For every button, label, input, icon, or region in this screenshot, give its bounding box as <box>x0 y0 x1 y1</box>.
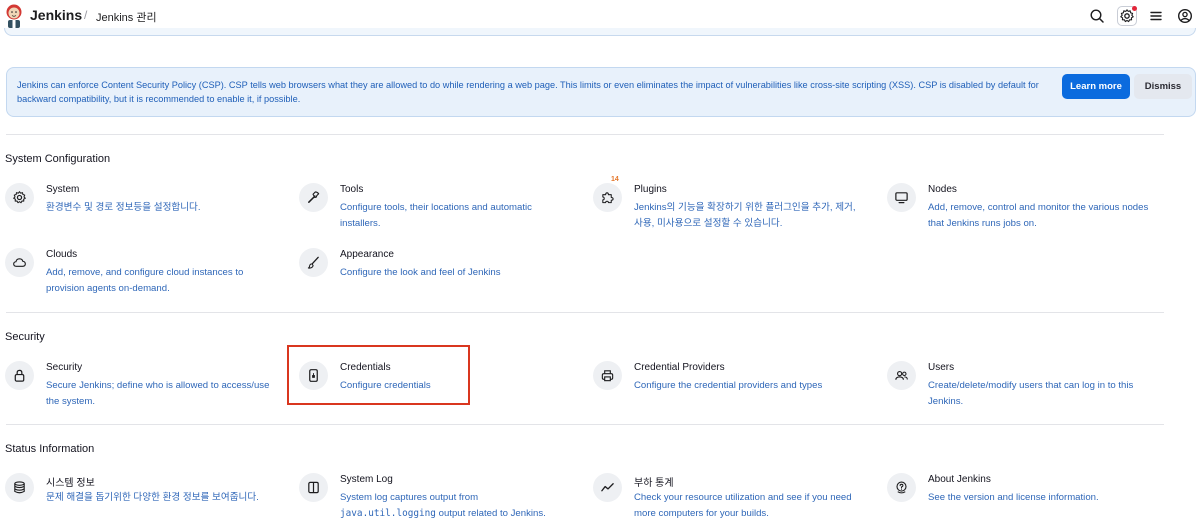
icon-circle <box>5 183 34 212</box>
gear-icon <box>13 191 26 204</box>
icon-circle <box>299 248 328 277</box>
trend-icon <box>601 483 614 492</box>
item-title: Users <box>928 362 955 373</box>
item-title: 시스템 정보 <box>46 478 95 489</box>
icon-circle <box>5 248 34 277</box>
manage-item-about-jenkins[interactable]: About Jenkins See the version and licens… <box>887 473 1167 525</box>
dismiss-button[interactable]: Dismiss <box>1134 74 1192 99</box>
item-description: System log captures output from java.uti… <box>340 490 570 521</box>
divider <box>6 424 1164 425</box>
user-icon <box>1177 8 1193 24</box>
top-panel-edge <box>4 28 1196 36</box>
divider <box>6 134 1164 135</box>
item-title: 부하 통계 <box>634 478 674 489</box>
item-title: Nodes <box>928 184 957 195</box>
manage-item-security[interactable]: Security Secure Jenkins; define who is a… <box>5 361 285 413</box>
menu-button[interactable] <box>1146 6 1166 26</box>
item-description: Add, remove, control and monitor the var… <box>928 202 1149 229</box>
csp-banner-text: Jenkins can enforce Content Security Pol… <box>17 80 1039 104</box>
item-description-code: java.util.logging <box>340 507 436 519</box>
menu-icon <box>1150 11 1162 21</box>
manage-item-plugins[interactable]: 14 Plugins Jenkins의 기능을 확장하기 위한 플러그인을 추가… <box>593 176 873 235</box>
breadcrumb-manage-jenkins[interactable]: Jenkins 관리 <box>96 9 157 25</box>
help-icon <box>896 481 907 494</box>
icon-circle <box>5 473 34 502</box>
notification-dot <box>1132 6 1137 11</box>
item-title: Appearance <box>340 249 394 260</box>
icon-circle <box>887 361 916 390</box>
brand-name[interactable]: Jenkins <box>30 7 82 23</box>
manage-item-tools[interactable]: Tools Configure tools, their locations a… <box>299 183 579 235</box>
icon-circle <box>593 183 622 212</box>
item-description: Secure Jenkins; define who is allowed to… <box>46 380 270 407</box>
plugin-updates-badge: 14 <box>611 176 619 183</box>
item-description: Check your resource utilization and see … <box>634 492 852 519</box>
item-description-text: System log captures output from <box>340 492 479 503</box>
manage-item-users[interactable]: Users Create/delete/modify users that ca… <box>887 361 1167 413</box>
monitor-icon <box>895 192 908 204</box>
printer-icon <box>601 370 614 382</box>
item-description: Add, remove, and configure cloud instanc… <box>46 267 244 294</box>
icon-circle <box>5 361 34 390</box>
cloud-icon <box>13 258 26 267</box>
search-button[interactable] <box>1087 6 1107 26</box>
icon-circle <box>299 473 328 502</box>
manage-item-nodes[interactable]: Nodes Add, remove, control and monitor t… <box>887 183 1167 235</box>
item-description: See the version and license information. <box>928 492 1099 503</box>
item-description-text: output related to Jenkins. <box>435 507 546 519</box>
manage-item-system-info[interactable]: 시스템 정보 문제 해결을 돕기위한 다양한 환경 정보를 보여줍니다. <box>5 473 285 525</box>
item-title: System Log <box>340 474 393 485</box>
item-description: Configure tools, their locations and aut… <box>340 202 532 229</box>
user-menu-button[interactable] <box>1175 6 1195 26</box>
manage-item-clouds[interactable]: Clouds Add, remove, and configure cloud … <box>5 248 285 300</box>
manage-item-load-statistics[interactable]: 부하 통계 Check your resource utilization an… <box>593 473 873 525</box>
puzzle-icon <box>602 192 614 204</box>
item-description: Create/delete/modify users that can log … <box>928 380 1134 407</box>
brush-icon <box>307 256 319 269</box>
section-title-system-configuration: System Configuration <box>5 153 111 165</box>
item-title: Security <box>46 362 83 373</box>
manage-item-system[interactable]: System 환경변수 및 경로 정보등을 설정합니다. <box>5 183 285 235</box>
item-description: 문제 해결을 돕기위한 다양한 환경 정보를 보여줍니다. <box>46 492 259 503</box>
item-description: Configure the look and feel of Jenkins <box>340 267 501 278</box>
jenkins-logo-icon[interactable] <box>4 3 24 29</box>
log-icon <box>308 481 319 494</box>
item-description: Jenkins의 기능을 확장하기 위한 플러그인을 추가, 제거, 사용, 미… <box>634 202 856 229</box>
manage-item-appearance[interactable]: Appearance Configure the look and feel o… <box>299 248 579 300</box>
manage-item-credential-providers[interactable]: Credential Providers Configure the crede… <box>593 361 873 413</box>
hammer-icon <box>308 191 320 203</box>
item-description: Configure the credential providers and t… <box>634 380 823 391</box>
section-title-status-information: Status Information <box>5 443 95 455</box>
search-icon <box>1090 9 1104 23</box>
item-description: 환경변수 및 경로 정보등을 설정합니다. <box>46 202 201 213</box>
item-title: System <box>46 184 80 195</box>
breadcrumb-separator: / <box>84 8 88 22</box>
item-title: Credential Providers <box>634 362 725 373</box>
section-title-security: Security <box>5 331 45 343</box>
lock-icon <box>14 369 25 382</box>
divider <box>6 312 1164 313</box>
manage-jenkins-button[interactable] <box>1117 6 1137 26</box>
icon-circle <box>299 183 328 212</box>
icon-circle <box>593 361 622 390</box>
icon-circle <box>887 183 916 212</box>
icon-circle <box>887 473 916 502</box>
item-title: Clouds <box>46 249 78 260</box>
database-icon <box>14 481 25 494</box>
csp-banner: Jenkins can enforce Content Security Pol… <box>6 67 1196 117</box>
credentials-highlight-box <box>287 345 470 405</box>
item-title: About Jenkins <box>928 474 991 485</box>
users-icon <box>895 370 908 380</box>
item-title: Tools <box>340 184 364 195</box>
icon-circle <box>593 473 622 502</box>
learn-more-button[interactable]: Learn more <box>1062 74 1130 99</box>
item-title: Plugins <box>634 184 667 195</box>
manage-item-system-log[interactable]: System Log System log captures output fr… <box>299 473 579 525</box>
